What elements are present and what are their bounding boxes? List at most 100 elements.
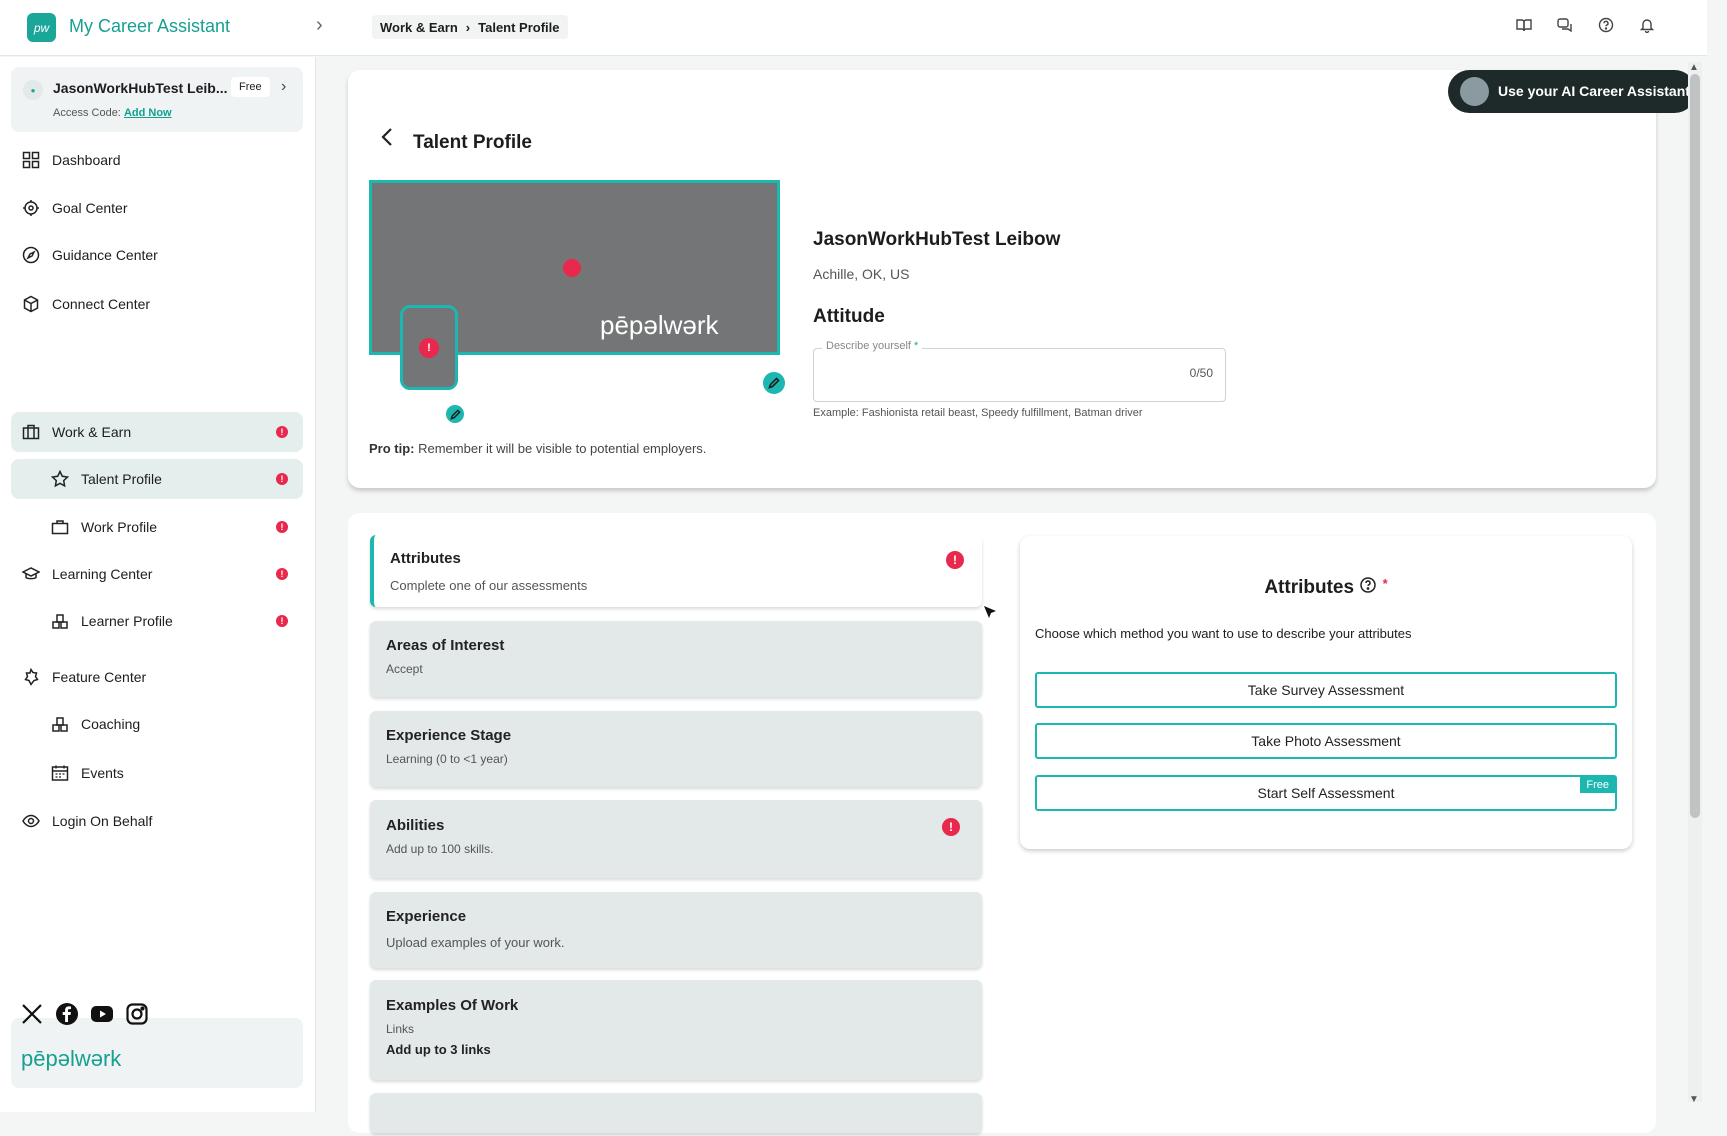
app-title[interactable]: My Career Assistant (69, 16, 230, 37)
attributes-panel-description: Choose which method you want to use to d… (1035, 626, 1412, 641)
sidebar-item-learner-profile[interactable]: Learner Profile ! (11, 601, 303, 641)
section-attributes[interactable]: Attributes Complete one of our assessmen… (370, 535, 982, 607)
footer-brand: pēpəlwərk (21, 1046, 122, 1071)
cover-alert-dot (563, 259, 581, 277)
describe-yourself-label: Describe yourself * (822, 340, 923, 352)
section-subtitle: Complete one of our assessments (390, 578, 588, 593)
robot-avatar-icon (1460, 77, 1489, 106)
section-experience-stage[interactable]: Experience Stage Learning (0 to <1 year) (370, 711, 982, 787)
section-experience[interactable]: Experience Upload examples of your work. (370, 892, 982, 968)
alert-icon: ! (276, 473, 288, 485)
sidebar-item-goal-center[interactable]: Goal Center (11, 188, 303, 228)
chat-icon[interactable] (1555, 15, 1574, 34)
ai-career-assistant-button[interactable]: Use your AI Career Assistant (1448, 70, 1696, 113)
cover-brand: pēpəlwərk (600, 310, 719, 340)
sidebar-item-feature-center[interactable]: Feature Center (11, 657, 303, 697)
pro-tip-label: Pro tip: (369, 441, 415, 456)
sidebar-item-label: Work Profile (81, 519, 157, 535)
pro-tip-text: Remember it will be visible to potential… (414, 441, 707, 456)
section-title: Attributes (390, 550, 461, 567)
describe-yourself-input[interactable]: Describe yourself * 0/50 (813, 340, 1226, 402)
info-icon[interactable] (1359, 576, 1377, 600)
star-icon (50, 469, 70, 489)
youtube-icon[interactable] (90, 1002, 114, 1026)
sidebar-item-label: Work & Earn (52, 424, 132, 440)
section-areas-of-interest[interactable]: Areas of Interest Accept (370, 621, 982, 697)
blocks-icon (50, 611, 70, 631)
section-subtitle: Links (386, 1022, 415, 1036)
pro-tip: Pro tip: Remember it will be visible to … (369, 441, 706, 456)
sidebar-item-label: Coaching (81, 716, 141, 732)
badge-star-icon (21, 667, 41, 687)
back-arrow-icon[interactable] (378, 126, 396, 153)
alert-icon: ! (276, 615, 288, 627)
section-examples-of-work[interactable]: Examples Of Work Links Add up to 3 links (370, 980, 982, 1080)
sidebar-item-learning-center[interactable]: Learning Center ! (11, 554, 303, 594)
sidebar-item-events[interactable]: Events (11, 753, 303, 793)
alert-icon: ! (276, 521, 288, 533)
take-photo-assessment-button[interactable]: Take Photo Assessment (1035, 723, 1617, 759)
section-subtitle: Accept (386, 662, 423, 676)
breadcrumb-separator-icon: › (465, 19, 471, 35)
scroll-down-icon[interactable]: ▼ (1689, 1094, 1699, 1105)
sidebar-item-dashboard[interactable]: Dashboard (11, 140, 303, 180)
section-title: Areas of Interest (386, 637, 505, 654)
scroll-up-icon[interactable]: ▲ (1689, 62, 1699, 73)
sidebar-item-work-profile[interactable]: Work Profile ! (11, 507, 303, 547)
section-subtitle: Add up to 100 skills. (386, 842, 494, 856)
section-title: Abilities (386, 817, 445, 834)
section-title: Experience Stage (386, 727, 512, 744)
required-marker: * (1382, 576, 1388, 591)
sidebar-item-login-on-behalf[interactable]: Login On Behalf (11, 801, 303, 841)
take-survey-assessment-button[interactable]: Take Survey Assessment (1035, 672, 1617, 708)
alert-icon: ! (419, 338, 439, 358)
breadcrumb-talent-profile: Talent Profile (478, 19, 560, 35)
briefcase-icon (21, 422, 41, 442)
sidebar: ● JasonWorkHubTest Leib... Free › Access… (0, 57, 316, 1112)
edit-cover-pencil-icon[interactable] (761, 370, 787, 396)
character-count: 0/50 (1189, 366, 1213, 380)
section-abilities[interactable]: Abilities Add up to 100 skills. ! (370, 800, 982, 878)
sidebar-item-label: Connect Center (52, 296, 151, 312)
sidebar-item-guidance-center[interactable]: Guidance Center (11, 235, 303, 275)
alert-icon: ! (946, 551, 964, 569)
facebook-icon[interactable] (55, 1002, 79, 1026)
app-logo[interactable]: pw (27, 13, 56, 42)
sidebar-item-talent-profile[interactable]: Talent Profile ! (11, 459, 303, 499)
section-title: Experience (386, 908, 467, 925)
section-subtitle: Upload examples of your work. (386, 935, 565, 950)
attributes-panel-title: Attributes * (1264, 576, 1388, 600)
edit-avatar-pencil-icon[interactable] (444, 403, 466, 425)
sidebar-item-work-earn[interactable]: Work & Earn ! (11, 412, 303, 452)
plan-badge: Free (231, 77, 270, 97)
help-icon[interactable] (1596, 15, 1615, 34)
social-links (20, 1002, 149, 1026)
breadcrumb-work-earn[interactable]: Work & Earn (380, 20, 458, 35)
section-subtitle-detail: Add up to 3 links (386, 1042, 491, 1057)
sidebar-item-connect-center[interactable]: Connect Center (11, 284, 303, 324)
footer-brand-box: pēpəlwərk (11, 1018, 303, 1088)
start-self-assessment-button[interactable]: Start Self Assessment Free (1035, 775, 1617, 811)
free-badge: Free (1580, 777, 1615, 793)
attitude-heading: Attitude (813, 306, 885, 327)
book-icon[interactable] (1514, 15, 1533, 34)
profile-avatar[interactable]: ! (400, 305, 458, 390)
chevron-right-icon[interactable]: › (281, 78, 286, 96)
page-title: Talent Profile (413, 132, 532, 153)
bell-icon[interactable] (1637, 15, 1656, 34)
instagram-icon[interactable] (125, 1002, 149, 1026)
mouse-cursor-icon (982, 604, 998, 625)
sidebar-item-label: Talent Profile (81, 471, 162, 487)
account-card[interactable]: ● JasonWorkHubTest Leib... Free › Access… (11, 67, 303, 132)
sidebar-item-coaching[interactable]: Coaching (11, 704, 303, 744)
eye-icon (21, 811, 41, 831)
sidebar-collapse-chevron-icon[interactable]: › (316, 14, 323, 37)
sidebar-item-label: Goal Center (52, 200, 128, 216)
section-partial[interactable] (370, 1093, 982, 1133)
scrollbar-thumb[interactable] (1690, 74, 1700, 818)
add-access-code-link[interactable]: Add Now (124, 107, 172, 119)
alert-icon: ! (942, 818, 960, 836)
x-twitter-icon[interactable] (20, 1002, 44, 1026)
bag-icon (50, 517, 70, 537)
sidebar-item-label: Login On Behalf (52, 813, 153, 829)
